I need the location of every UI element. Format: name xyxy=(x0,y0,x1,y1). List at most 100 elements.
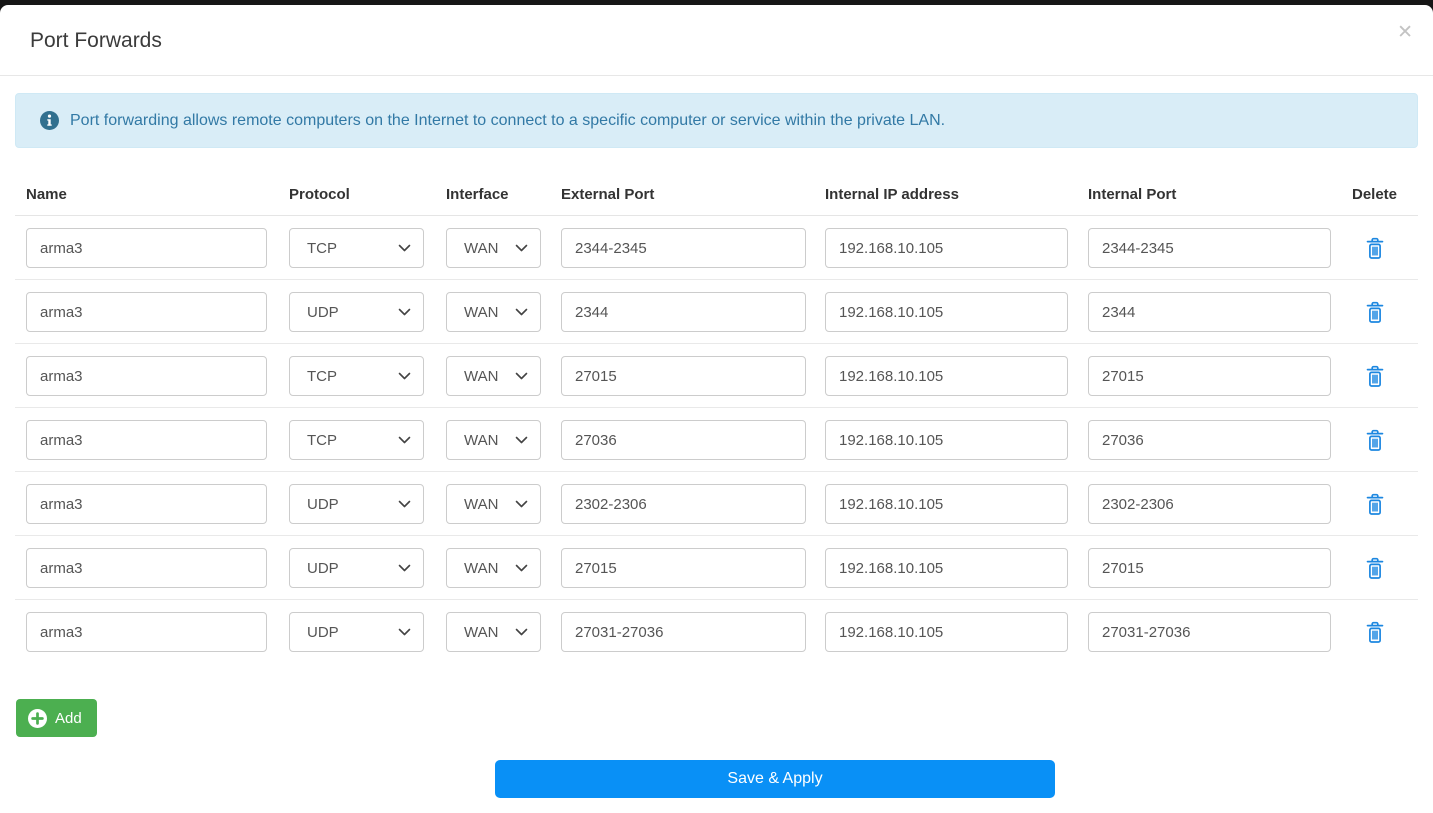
dialog-content: Port forwarding allows remote computers … xyxy=(0,93,1433,798)
external-port-cell xyxy=(561,356,806,396)
protocol-cell: UDP xyxy=(289,612,424,652)
internal-port-input[interactable] xyxy=(1088,420,1331,460)
table-row: TCP WAN xyxy=(15,216,1418,280)
delete-button[interactable] xyxy=(1363,235,1387,262)
interface-cell: WAN xyxy=(446,612,541,652)
interface-cell: WAN xyxy=(446,292,541,332)
interface-cell: WAN xyxy=(446,548,541,588)
internal-ip-cell xyxy=(825,356,1068,396)
external-port-input[interactable] xyxy=(561,356,806,396)
protocol-select[interactable]: UDP xyxy=(289,292,424,332)
protocol-select[interactable]: UDP xyxy=(289,612,424,652)
internal-port-input[interactable] xyxy=(1088,228,1331,268)
internal-port-cell xyxy=(1088,548,1331,588)
interface-select[interactable]: WAN xyxy=(446,484,541,524)
external-port-input[interactable] xyxy=(561,420,806,460)
delete-button[interactable] xyxy=(1363,363,1387,390)
protocol-cell: UDP xyxy=(289,292,424,332)
internal-port-input[interactable] xyxy=(1088,292,1331,332)
external-port-input[interactable] xyxy=(561,292,806,332)
internal-ip-input[interactable] xyxy=(825,292,1068,332)
name-cell xyxy=(26,484,267,524)
name-cell xyxy=(26,612,267,652)
internal-port-input[interactable] xyxy=(1088,548,1331,588)
external-port-input[interactable] xyxy=(561,548,806,588)
delete-cell xyxy=(1331,299,1418,326)
protocol-cell: TCP xyxy=(289,228,424,268)
internal-ip-cell xyxy=(825,420,1068,460)
interface-cell: WAN xyxy=(446,420,541,460)
internal-port-input[interactable] xyxy=(1088,612,1331,652)
name-cell xyxy=(26,548,267,588)
protocol-select[interactable]: TCP xyxy=(289,228,424,268)
internal-port-input[interactable] xyxy=(1088,484,1331,524)
name-input[interactable] xyxy=(26,548,267,588)
internal-port-cell xyxy=(1088,292,1331,332)
interface-select[interactable]: WAN xyxy=(446,228,541,268)
delete-button[interactable] xyxy=(1363,555,1387,582)
interface-select[interactable]: WAN xyxy=(446,612,541,652)
header-delete: Delete xyxy=(1351,186,1398,203)
trash-icon xyxy=(1366,493,1383,515)
header-protocol: Protocol xyxy=(289,186,350,203)
external-port-input[interactable] xyxy=(561,612,806,652)
interface-select[interactable]: WAN xyxy=(446,420,541,460)
internal-ip-input[interactable] xyxy=(825,548,1068,588)
trash-icon xyxy=(1366,365,1383,387)
internal-port-cell xyxy=(1088,484,1331,524)
delete-button[interactable] xyxy=(1363,427,1387,454)
save-row: Save & Apply xyxy=(15,760,1418,798)
protocol-select[interactable]: UDP xyxy=(289,548,424,588)
table-row: UDP WAN xyxy=(15,600,1418,663)
trash-icon xyxy=(1366,557,1383,579)
save-apply-button[interactable]: Save & Apply xyxy=(495,760,1055,798)
internal-port-cell xyxy=(1088,612,1331,652)
add-button[interactable]: Add xyxy=(16,699,97,737)
name-input[interactable] xyxy=(26,420,267,460)
trash-icon xyxy=(1366,301,1383,323)
name-cell xyxy=(26,356,267,396)
internal-ip-input[interactable] xyxy=(825,484,1068,524)
internal-ip-cell xyxy=(825,612,1068,652)
interface-select[interactable]: WAN xyxy=(446,548,541,588)
protocol-select[interactable]: UDP xyxy=(289,484,424,524)
delete-cell xyxy=(1331,619,1418,646)
protocol-select[interactable]: TCP xyxy=(289,420,424,460)
name-input[interactable] xyxy=(26,356,267,396)
interface-cell: WAN xyxy=(446,484,541,524)
trash-icon xyxy=(1366,429,1383,451)
name-input[interactable] xyxy=(26,484,267,524)
name-input[interactable] xyxy=(26,228,267,268)
table-row: UDP WAN xyxy=(15,280,1418,344)
protocol-cell: UDP xyxy=(289,484,424,524)
name-input[interactable] xyxy=(26,612,267,652)
page-title: Port Forwards xyxy=(30,29,162,52)
internal-port-input[interactable] xyxy=(1088,356,1331,396)
internal-ip-cell xyxy=(825,292,1068,332)
trash-icon xyxy=(1366,237,1383,259)
delete-button[interactable] xyxy=(1363,299,1387,326)
external-port-input[interactable] xyxy=(561,484,806,524)
delete-cell xyxy=(1331,491,1418,518)
internal-ip-input[interactable] xyxy=(825,612,1068,652)
name-input[interactable] xyxy=(26,292,267,332)
internal-ip-cell xyxy=(825,548,1068,588)
dialog-header: Port Forwards ✕ xyxy=(0,5,1433,76)
interface-cell: WAN xyxy=(446,228,541,268)
table-row: UDP WAN xyxy=(15,472,1418,536)
interface-select[interactable]: WAN xyxy=(446,356,541,396)
internal-ip-input[interactable] xyxy=(825,228,1068,268)
delete-button[interactable] xyxy=(1363,491,1387,518)
protocol-select[interactable]: TCP xyxy=(289,356,424,396)
internal-ip-input[interactable] xyxy=(825,356,1068,396)
header-internal-ip: Internal IP address xyxy=(825,186,959,203)
close-icon[interactable]: ✕ xyxy=(1397,23,1413,42)
plus-circle-icon xyxy=(28,708,47,728)
external-port-input[interactable] xyxy=(561,228,806,268)
table-header-row: Name Protocol Interface External Port In… xyxy=(15,148,1418,216)
delete-button[interactable] xyxy=(1363,619,1387,646)
header-interface: Interface xyxy=(446,186,509,203)
internal-ip-input[interactable] xyxy=(825,420,1068,460)
internal-ip-cell xyxy=(825,484,1068,524)
interface-select[interactable]: WAN xyxy=(446,292,541,332)
